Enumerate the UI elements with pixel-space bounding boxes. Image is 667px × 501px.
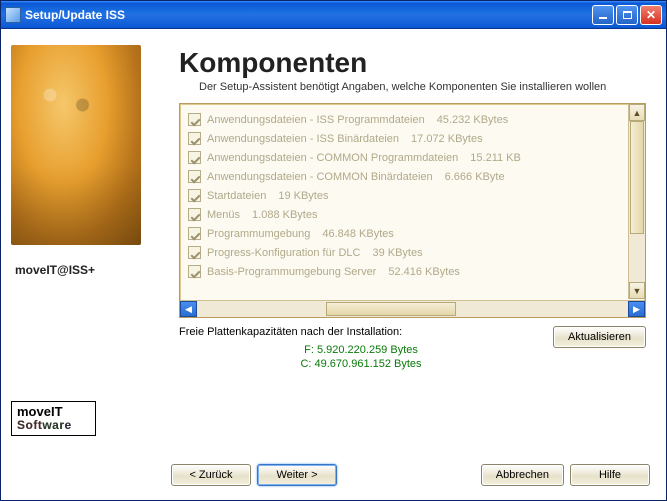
component-label: Anwendungsdateien - ISS Binärdateien (207, 133, 399, 145)
horizontal-scrollbar[interactable]: ◀ ▶ (180, 300, 645, 317)
setup-window: Setup/Update ISS ✕ moveIT@ISS+ moveIT So… (0, 0, 667, 501)
page-subheading: Der Setup-Assistent benötigt Angaben, we… (179, 81, 646, 93)
free-space-row: C: 49.670.961.152 Bytes (179, 358, 543, 370)
component-list[interactable]: Anwendungsdateien - ISS Programmdateien 4… (180, 104, 645, 300)
content-area: moveIT@ISS+ moveIT Software Komponenten … (1, 29, 666, 452)
checkbox-icon[interactable] (188, 246, 201, 259)
cancel-button[interactable]: Abbrechen (481, 464, 564, 486)
brand-text: moveIT@ISS+ (1, 251, 171, 357)
logo-line1: moveIT (17, 405, 90, 419)
component-size: 6.666 KByte (445, 171, 505, 183)
component-size: 1.088 KBytes (252, 209, 317, 221)
component-row[interactable]: Anwendungsdateien - ISS Binärdateien 17.0… (186, 129, 645, 148)
scroll-up-icon[interactable]: ▲ (629, 104, 645, 121)
close-button[interactable]: ✕ (640, 5, 662, 25)
component-row[interactable]: Anwendungsdateien - COMMON Programmdatei… (186, 148, 645, 167)
checkbox-icon[interactable] (188, 208, 201, 221)
sidebar: moveIT@ISS+ moveIT Software (1, 29, 171, 452)
app-icon (5, 7, 21, 23)
scroll-right-icon[interactable]: ▶ (628, 301, 645, 317)
window-title: Setup/Update ISS (25, 8, 592, 22)
scroll-track[interactable] (629, 121, 645, 282)
checkbox-icon[interactable] (188, 170, 201, 183)
vendor-logo: moveIT Software (11, 401, 96, 436)
free-space-block: Freie Plattenkapazitäten nach der Instal… (179, 326, 543, 372)
component-label: Startdateien (207, 190, 266, 202)
checkbox-icon[interactable] (188, 132, 201, 145)
component-row[interactable]: Progress-Konfiguration für DLC 39 KBytes (186, 243, 645, 262)
under-list-row: Freie Plattenkapazitäten nach der Instal… (179, 326, 646, 372)
sidebar-artwork (11, 45, 141, 245)
component-size: 39 KBytes (372, 247, 422, 259)
back-button[interactable]: < Zurück (171, 464, 251, 486)
hscroll-track[interactable] (197, 301, 628, 317)
component-size: 45.232 KBytes (437, 114, 509, 126)
next-button[interactable]: Weiter > (257, 464, 337, 486)
component-row[interactable]: Basis-Programmumgebung Server 52.416 KByt… (186, 262, 645, 281)
component-label: Anwendungsdateien - COMMON Programmdatei… (207, 152, 458, 164)
component-row[interactable]: Anwendungsdateien - ISS Programmdateien 4… (186, 110, 645, 129)
checkbox-icon[interactable] (188, 227, 201, 240)
scroll-down-icon[interactable]: ▼ (629, 282, 645, 299)
minimize-button[interactable] (592, 5, 614, 25)
component-row[interactable]: Programmumgebung 46.848 KBytes (186, 224, 645, 243)
wizard-footer: < Zurück Weiter > Abbrechen Hilfe (1, 452, 666, 500)
component-size: 15.211 KB (470, 152, 521, 164)
component-size: 17.072 KBytes (411, 133, 483, 145)
component-size: 46.848 KBytes (322, 228, 394, 240)
hscroll-thumb[interactable] (326, 302, 455, 316)
scroll-left-icon[interactable]: ◀ (180, 301, 197, 317)
page-title: Komponenten (179, 47, 646, 79)
component-size: 52.416 KBytes (388, 266, 460, 278)
component-label: Menüs (207, 209, 240, 221)
main-panel: Komponenten Der Setup-Assistent benötigt… (171, 29, 666, 452)
component-label: Anwendungsdateien - ISS Programmdateien (207, 114, 425, 126)
checkbox-icon[interactable] (188, 265, 201, 278)
help-button[interactable]: Hilfe (570, 464, 650, 486)
component-label: Anwendungsdateien - COMMON Binärdateien (207, 171, 433, 183)
checkbox-icon[interactable] (188, 189, 201, 202)
component-row[interactable]: Menüs 1.088 KBytes (186, 205, 645, 224)
maximize-button[interactable] (616, 5, 638, 25)
free-space-label: Freie Plattenkapazitäten nach der Instal… (179, 326, 543, 338)
checkbox-icon[interactable] (188, 151, 201, 164)
vertical-scrollbar[interactable]: ▲ ▼ (628, 104, 645, 299)
scroll-thumb[interactable] (630, 121, 644, 234)
checkbox-icon[interactable] (188, 113, 201, 126)
component-size: 19 KBytes (278, 190, 328, 202)
free-space-row: F: 5.920.220.259 Bytes (179, 344, 543, 356)
component-label: Progress-Konfiguration für DLC (207, 247, 360, 259)
component-label: Basis-Programmumgebung Server (207, 266, 376, 278)
component-label: Programmumgebung (207, 228, 310, 240)
logo-line2: Software (17, 419, 90, 432)
titlebar[interactable]: Setup/Update ISS ✕ (1, 1, 666, 29)
component-row[interactable]: Anwendungsdateien - COMMON Binärdateien 6… (186, 167, 645, 186)
refresh-button[interactable]: Aktualisieren (553, 326, 646, 348)
window-controls: ✕ (592, 5, 662, 25)
component-row[interactable]: Startdateien 19 KBytes (186, 186, 645, 205)
component-listbox: Anwendungsdateien - ISS Programmdateien 4… (179, 103, 646, 318)
